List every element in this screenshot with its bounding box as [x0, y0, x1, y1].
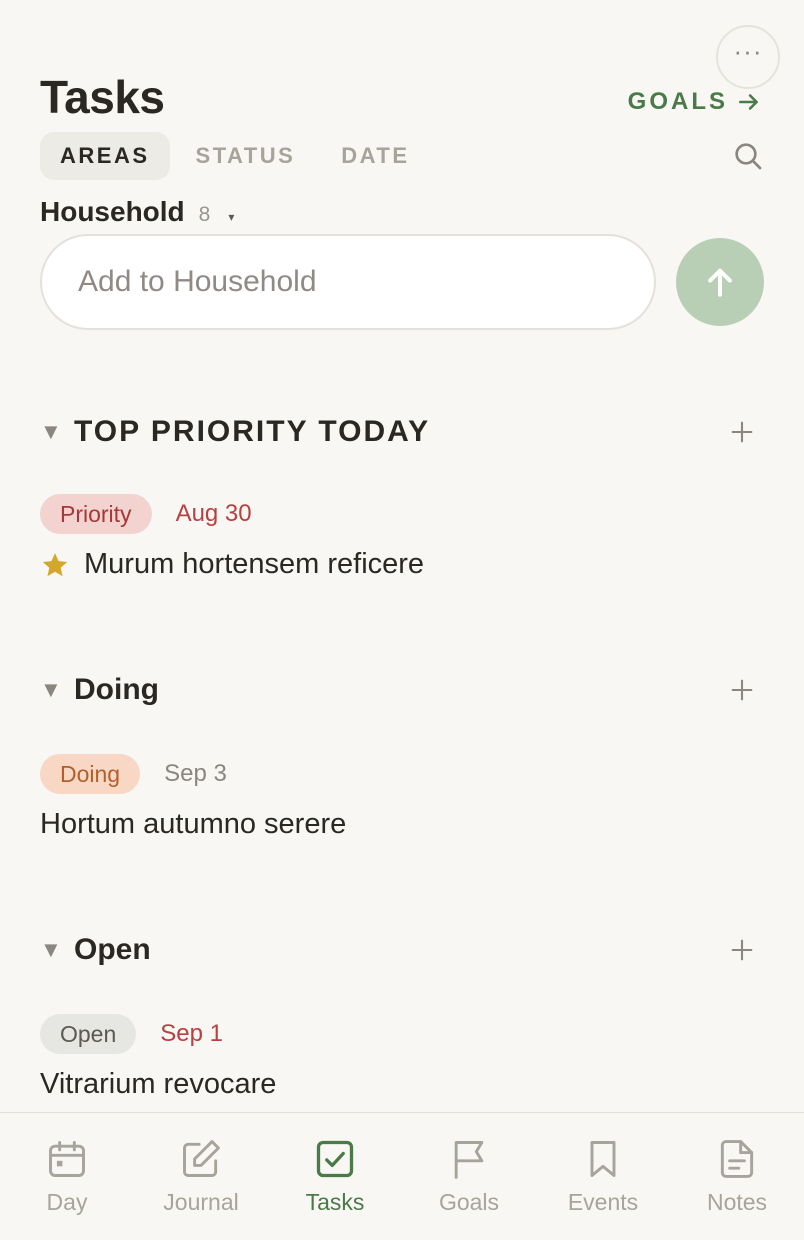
- area-task-count: 8: [198, 203, 211, 226]
- goals-link-label: GOALS: [627, 88, 728, 115]
- area-selector[interactable]: Household 8 ▾: [40, 196, 234, 228]
- section-title: Doing: [74, 673, 159, 706]
- task-meta: Priority Aug 30: [40, 494, 252, 534]
- task-item[interactable]: Hortum autumno serere: [40, 808, 346, 841]
- nav-item-events[interactable]: Events: [536, 1113, 670, 1240]
- task-meta: Doing Sep 3: [40, 754, 227, 794]
- arrow-up-icon: [708, 268, 732, 297]
- checkbox-icon: [316, 1140, 354, 1178]
- search-icon[interactable]: [732, 140, 764, 172]
- task-due-date: Sep 3: [164, 760, 227, 787]
- section-header-doing[interactable]: ▼ Doing: [40, 670, 764, 710]
- task-item[interactable]: Vitrarium revocare: [40, 1068, 276, 1101]
- nav-label: Events: [567, 1189, 639, 1215]
- add-icon[interactable]: [728, 936, 756, 964]
- status-badge-doing[interactable]: Doing: [40, 754, 141, 794]
- arrow-right-icon: [739, 94, 758, 110]
- task-item[interactable]: Murum hortensem reficere: [40, 548, 424, 581]
- bottom-nav: Day Journal Tasks Goals Events Notes: [0, 1112, 804, 1240]
- nav-item-tasks[interactable]: Tasks: [268, 1113, 402, 1240]
- tab-status[interactable]: STATUS: [176, 132, 316, 180]
- edit-icon: [183, 1140, 220, 1177]
- ellipsis-icon: ···: [733, 36, 763, 66]
- add-icon[interactable]: [728, 676, 756, 704]
- task-due-date: Aug 30: [175, 500, 252, 527]
- tasks-screen: ··· Tasks GOALS AREAS STATUS DATE Househ…: [0, 0, 804, 1240]
- goals-link[interactable]: GOALS: [628, 88, 762, 116]
- dropdown-caret-icon: ▾: [228, 210, 235, 224]
- collapse-caret-icon[interactable]: ▼: [40, 419, 74, 445]
- submit-task-button[interactable]: [676, 238, 764, 326]
- collapse-caret-icon[interactable]: ▼: [40, 677, 74, 703]
- tab-date[interactable]: DATE: [321, 132, 429, 180]
- tab-areas[interactable]: AREAS: [40, 132, 170, 180]
- more-options-button[interactable]: ···: [716, 25, 780, 89]
- area-name: Household: [40, 196, 185, 227]
- section-header-top-priority[interactable]: ▼ TOP PRIORITY TODAY: [40, 412, 764, 452]
- star-icon: [42, 552, 68, 576]
- page-title: Tasks: [40, 71, 165, 123]
- collapse-caret-icon[interactable]: ▼: [40, 937, 74, 963]
- nav-item-goals[interactable]: Goals: [402, 1113, 536, 1240]
- document-icon: [720, 1140, 754, 1178]
- flag-icon: [454, 1141, 484, 1179]
- section-title: TOP PRIORITY TODAY: [74, 415, 431, 448]
- status-badge-priority[interactable]: Priority: [40, 494, 152, 534]
- view-tabs: AREAS STATUS DATE: [40, 132, 430, 180]
- task-due-date: Sep 1: [160, 1020, 223, 1047]
- nav-label: Notes: [706, 1189, 768, 1215]
- nav-label: Tasks: [305, 1189, 365, 1215]
- bookmark-icon: [590, 1141, 616, 1177]
- task-title: Vitrarium revocare: [40, 1068, 277, 1100]
- nav-label: Day: [46, 1189, 88, 1215]
- nav-label: Journal: [163, 1189, 239, 1215]
- task-meta: Open Sep 1: [40, 1014, 223, 1054]
- status-badge-open[interactable]: Open: [40, 1014, 137, 1054]
- task-title: Hortum autumno serere: [40, 808, 347, 840]
- nav-item-journal[interactable]: Journal: [134, 1113, 268, 1240]
- nav-item-day[interactable]: Day: [0, 1113, 134, 1240]
- calendar-icon: [49, 1141, 85, 1177]
- add-icon[interactable]: [728, 418, 756, 446]
- nav-item-notes[interactable]: Notes: [670, 1113, 804, 1240]
- task-title: Murum hortensem reficere: [84, 548, 425, 580]
- nav-label: Goals: [438, 1189, 500, 1215]
- add-task-input[interactable]: [40, 234, 656, 330]
- section-title: Open: [74, 933, 151, 966]
- section-header-open[interactable]: ▼ Open: [40, 930, 764, 970]
